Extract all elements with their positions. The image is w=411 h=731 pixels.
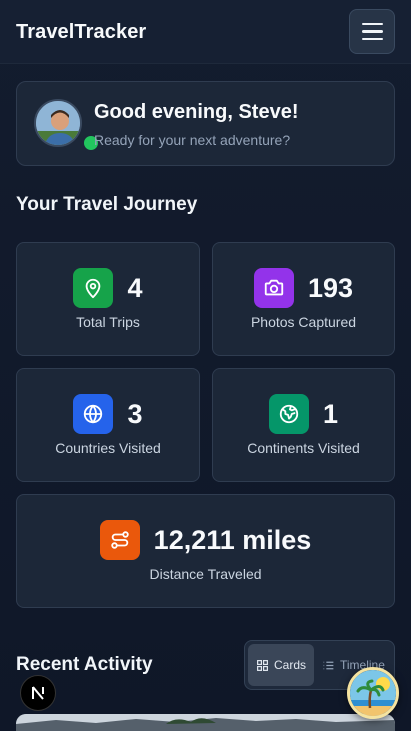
menu-button[interactable] xyxy=(349,9,395,54)
cards-view-button[interactable]: Cards xyxy=(248,644,314,686)
list-icon xyxy=(323,661,334,669)
app-header: TravelTracker xyxy=(0,0,411,64)
stat-card-continents[interactable]: 1 Continents Visited xyxy=(212,368,395,482)
stat-value: 1 xyxy=(322,398,339,429)
globe-icon xyxy=(73,394,114,434)
stat-value: 3 xyxy=(127,398,143,429)
route-icon xyxy=(99,520,140,560)
stat-label: Continents Visited xyxy=(247,440,360,456)
earth-icon xyxy=(268,394,309,434)
activity-card-image[interactable] xyxy=(16,714,395,731)
map-pin-icon xyxy=(73,268,114,308)
app-title: TravelTracker xyxy=(16,21,147,43)
stat-label: Distance Traveled xyxy=(149,566,262,582)
app-screen: TravelTracker Good evening, Steve! Ready… xyxy=(0,0,411,731)
nextjs-logo-icon[interactable] xyxy=(20,675,56,711)
stat-label: Photos Captured xyxy=(250,314,357,330)
grid-icon xyxy=(257,659,268,671)
beach-icon[interactable] xyxy=(347,667,399,719)
journey-section-title: Your Travel Journey xyxy=(16,194,198,215)
stat-value: 193 xyxy=(307,272,354,303)
stat-value: 12,211 miles xyxy=(153,524,312,555)
stat-card-total-trips[interactable]: 4 Total Trips xyxy=(16,242,200,356)
cards-view-label: Cards xyxy=(273,658,306,672)
stat-value: 4 xyxy=(127,272,143,303)
stat-card-countries[interactable]: 3 Countries Visited xyxy=(16,368,200,482)
stat-label: Total Trips xyxy=(76,314,140,330)
camera-icon xyxy=(253,268,294,308)
recent-activity-title: Recent Activity xyxy=(16,654,153,675)
stat-card-distance[interactable]: 12,211 miles Distance Traveled xyxy=(16,494,395,608)
greeting-title: Good evening, Steve! xyxy=(94,101,299,123)
hamburger-menu-icon xyxy=(361,22,383,26)
greeting-card: Good evening, Steve! Ready for your next… xyxy=(16,81,395,166)
avatar[interactable] xyxy=(34,99,82,147)
stat-label: Countries Visited xyxy=(55,440,161,456)
greeting-subtitle: Ready for your next adventure? xyxy=(94,132,291,148)
stat-card-photos[interactable]: 193 Photos Captured xyxy=(212,242,395,356)
